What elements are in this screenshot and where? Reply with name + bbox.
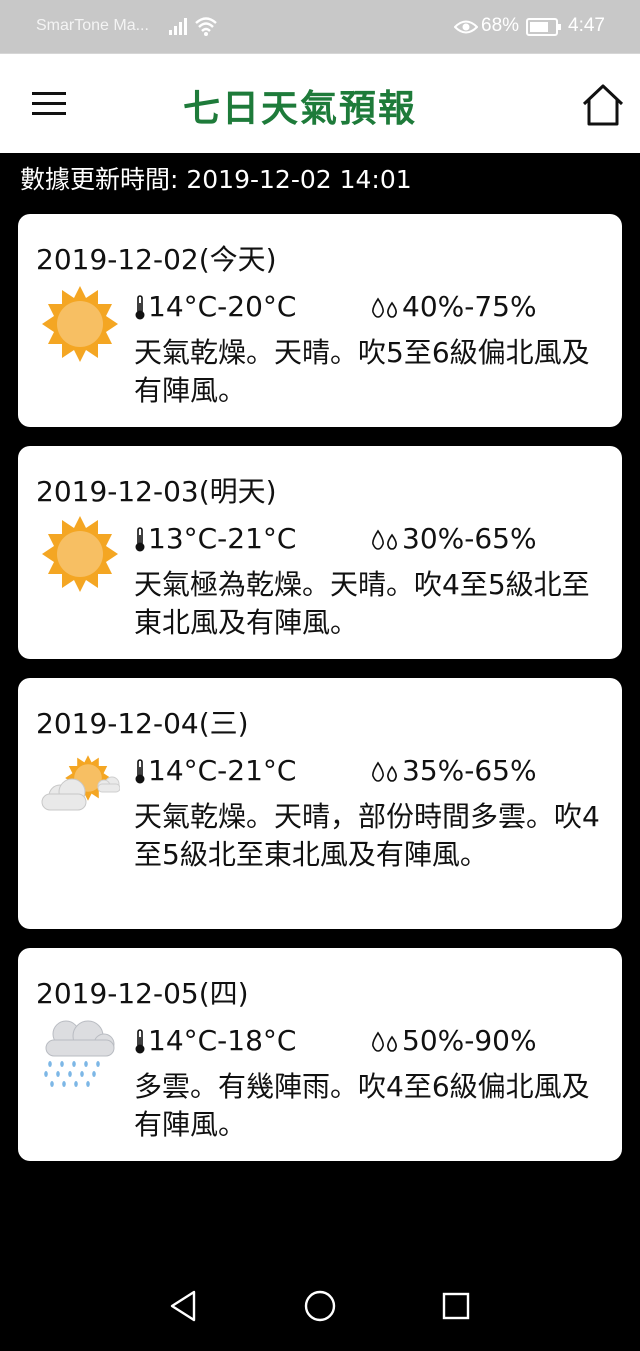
thermometer-icon: [134, 1029, 146, 1055]
back-icon[interactable]: [164, 1286, 204, 1326]
home-circle-icon[interactable]: [300, 1286, 340, 1326]
humidity-value: 30%-65%: [402, 522, 537, 555]
app-header: 七日天氣預報: [0, 53, 640, 153]
humidity-icon: [370, 1031, 400, 1053]
temperature-range: 14°C-21°C: [134, 754, 296, 787]
forecast-description: 天氣乾燥。天晴，部份時間多雲。吹4至5級北至東北風及有陣風。: [134, 800, 600, 871]
forecast-date: 2019-12-04(三): [36, 707, 249, 740]
wifi-icon: [195, 17, 217, 36]
thermometer-icon: [134, 759, 146, 785]
humidity-range: 40%-75%: [370, 290, 537, 323]
humidity-icon: [370, 529, 400, 551]
battery-percent: 68%: [481, 15, 520, 36]
status-bar: SmarTone Ma... 68% 4:47: [0, 0, 640, 53]
forecast-date: 2019-12-05(四): [36, 977, 249, 1010]
humidity-value: 40%-75%: [402, 290, 537, 323]
signal-icon: [169, 18, 187, 35]
carrier-name: SmarTone Ma...: [36, 17, 149, 34]
recents-icon[interactable]: [436, 1286, 476, 1326]
sunny-periods-icon: [41, 755, 120, 811]
sunny-icon: [40, 284, 120, 364]
home-icon[interactable]: [580, 82, 626, 128]
forecast-card: 2019-12-02(今天) 14°C-20°C 40%-75% 天氣乾燥。天晴…: [18, 214, 622, 427]
forecast-description: 天氣乾燥。天晴。吹5至6級偏北風及有陣風。: [134, 336, 590, 407]
update-timestamp: 數據更新時間: 2019-12-02 14:01: [20, 165, 412, 194]
menu-icon[interactable]: [26, 84, 74, 124]
forecast-date: 2019-12-02(今天): [36, 243, 277, 276]
system-nav-bar: [0, 1262, 640, 1351]
humidity-range: 50%-90%: [370, 1024, 537, 1057]
temperature-range: 13°C-21°C: [134, 522, 296, 555]
forecast-date: 2019-12-03(明天): [36, 475, 277, 508]
humidity-icon: [370, 761, 400, 783]
rain-icon: [44, 1020, 115, 1087]
humidity-value: 35%-65%: [402, 754, 537, 787]
humidity-range: 30%-65%: [370, 522, 537, 555]
temperature-range: 14°C-18°C: [134, 1024, 296, 1057]
humidity-range: 35%-65%: [370, 754, 537, 787]
battery-icon: [526, 18, 561, 36]
forecast-description: 多雲。有幾陣雨。吹4至6級偏北風及有陣風。: [134, 1070, 590, 1141]
temperature-value: 14°C-20°C: [148, 290, 297, 323]
humidity-value: 50%-90%: [402, 1024, 537, 1057]
eye-comfort-icon: [454, 20, 478, 34]
clock-time: 4:47: [568, 15, 605, 36]
forecast-card: 2019-12-03(明天) 13°C-21°C 30%-65% 天氣極為乾燥。…: [18, 446, 622, 659]
forecast-card: 2019-12-04(三) 14°C-21°C 35%-65% 天氣乾燥。天晴，…: [18, 678, 622, 929]
temperature-value: 14°C-18°C: [148, 1024, 297, 1057]
sunny-icon: [40, 514, 120, 594]
forecast-description: 天氣極為乾燥。天晴。吹4至5級北至東北風及有陣風。: [134, 568, 590, 639]
thermometer-icon: [134, 527, 146, 553]
temperature-value: 13°C-21°C: [148, 522, 297, 555]
thermometer-icon: [134, 295, 146, 321]
temperature-range: 14°C-20°C: [134, 290, 296, 323]
humidity-icon: [370, 297, 400, 319]
temperature-value: 14°C-21°C: [148, 754, 297, 787]
page-title: 七日天氣預報: [183, 87, 417, 130]
forecast-card: 2019-12-05(四) 14°C-18°C 50%-90% 多雲。有幾陣雨。…: [18, 948, 622, 1161]
